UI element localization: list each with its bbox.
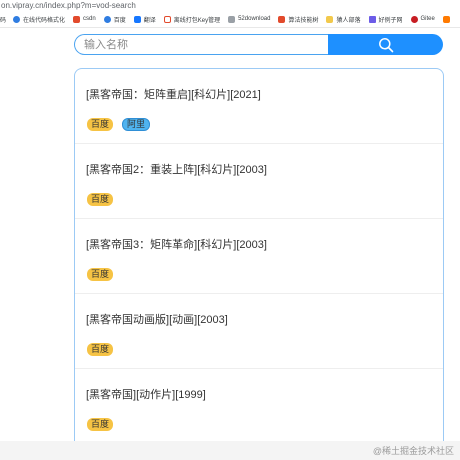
results-list: [黑客帝国：矩阵重启][科幻片][2021] 百度 阿里 [黑客帝国2：重装上阵… — [74, 68, 444, 460]
source-tag-baidu[interactable]: 百度 — [87, 418, 114, 431]
bookmark-item[interactable] — [442, 15, 453, 23]
source-tag-baidu[interactable]: 百度 — [87, 268, 114, 281]
address-bar[interactable]: on.vipray.cn/index.php?m=vod-search — [0, 0, 460, 11]
tribe-icon — [326, 15, 334, 23]
source-tag-baidu[interactable]: 百度 — [87, 118, 114, 131]
csdn-icon — [73, 15, 81, 23]
bookmark-label: 翻译 — [143, 17, 156, 24]
bookmark-item[interactable]: 52download — [228, 15, 271, 23]
bookmark-item[interactable]: 在线代码格式化 — [13, 15, 65, 24]
source-tag-ali[interactable]: 阿里 — [122, 118, 151, 131]
search-bar — [74, 34, 443, 55]
list-item[interactable]: [黑客帝国2：重装上阵][科幻片][2003] 百度 — [75, 144, 443, 219]
bookmark-item[interactable]: 离线打包Key管理 — [163, 15, 221, 24]
bookmark-item[interactable]: Gitee — [410, 15, 435, 23]
play-icon — [163, 15, 171, 23]
source-tags: 百度 — [87, 418, 122, 431]
source-tags: 百度 — [87, 343, 122, 356]
list-item[interactable]: [黑客帝国][动作片][1999] 百度 — [75, 369, 443, 444]
source-tags: 百度 — [87, 268, 122, 281]
search-icon — [378, 37, 393, 52]
baidu-icon — [103, 15, 111, 23]
bookmark-item[interactable]: 好例子网 — [368, 15, 403, 24]
result-title[interactable]: [黑客帝国2：重装上阵][科幻片][2003] — [86, 161, 267, 177]
result-title[interactable]: [黑客帝国：矩阵重启][科幻片][2021] — [86, 86, 261, 102]
bookmark-label: Gitee — [420, 16, 435, 22]
search-button[interactable] — [328, 34, 443, 55]
source-tags: 百度 — [87, 193, 122, 206]
bookmark-label: 算法技能树 — [288, 17, 319, 24]
result-title[interactable]: [黑客帝国动画版][动画][2003] — [86, 311, 228, 327]
bookmark-label: 百度 — [113, 17, 126, 24]
orange-icon — [442, 15, 450, 23]
list-item[interactable]: [黑客帝国3：矩阵革命][科幻片][2003] 百度 — [75, 219, 443, 294]
translate-icon — [133, 15, 141, 23]
bookmark-label: 离线打包Key管理 — [173, 17, 221, 24]
bookmark-label: 52download — [238, 16, 271, 22]
list-item[interactable]: [黑客帝国：矩阵重启][科幻片][2021] 百度 阿里 — [75, 69, 443, 144]
example-icon — [368, 15, 376, 23]
bookmark-item[interactable]: 码 — [0, 15, 6, 24]
source-tags: 百度 阿里 — [87, 118, 159, 131]
bookmark-item[interactable]: 翻译 — [133, 15, 156, 24]
bookmark-label: 猿人部落 — [336, 17, 361, 24]
bookmark-label: csdn — [83, 16, 96, 22]
source-tag-baidu[interactable]: 百度 — [87, 343, 114, 356]
bookmark-item[interactable]: 猿人部落 — [326, 15, 361, 24]
watermark: @稀土掘金技术社区 — [372, 446, 454, 456]
bookmark-item[interactable]: 算法技能树 — [278, 15, 318, 24]
source-tag-baidu[interactable]: 百度 — [87, 193, 114, 206]
bookmark-label: 好例子网 — [378, 17, 403, 24]
csdn-icon — [278, 15, 286, 23]
search-input[interactable] — [74, 34, 328, 55]
download-icon — [228, 15, 236, 23]
bookmark-item[interactable]: 百度 — [103, 15, 126, 24]
bookmark-item[interactable]: csdn — [73, 15, 96, 23]
bookmarks-bar: 码 在线代码格式化 csdn 百度 翻译 离线打包Key管理 52downloa… — [0, 11, 460, 28]
gitee-icon — [410, 15, 418, 23]
list-item[interactable]: [黑客帝国动画版][动画][2003] 百度 — [75, 294, 443, 369]
bookmark-label: 码 — [0, 17, 7, 24]
result-title[interactable]: [黑客帝国][动作片][1999] — [86, 386, 206, 402]
edge-icon — [13, 15, 21, 23]
result-title[interactable]: [黑客帝国3：矩阵革命][科幻片][2003] — [86, 236, 267, 252]
bookmark-label: 在线代码格式化 — [23, 17, 66, 24]
